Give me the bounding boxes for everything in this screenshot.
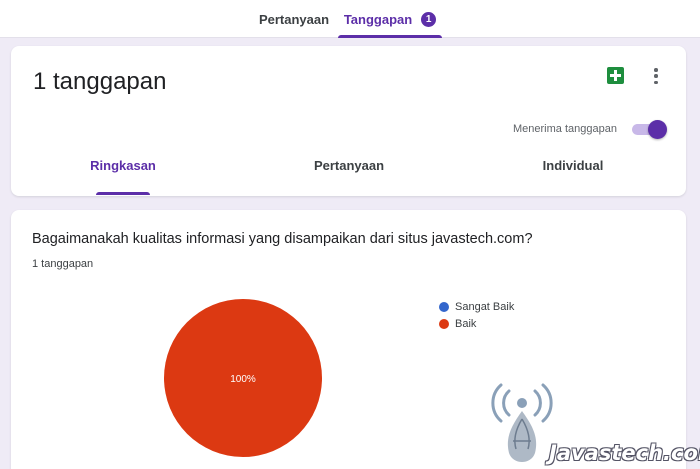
active-tab-indicator [338, 35, 442, 38]
more-vert-icon[interactable] [647, 65, 665, 87]
legend-swatch [439, 301, 449, 312]
tab-questions[interactable]: Pertanyaan [250, 0, 338, 38]
responses-summary-card: 1 tanggapan Menerima tanggapan Ringkasan… [11, 46, 686, 196]
active-subtab-indicator [96, 192, 150, 195]
chart-legend: Sangat Baik Baik [439, 298, 514, 332]
tab-responses[interactable]: Tanggapan 1 [338, 0, 442, 38]
accepting-responses-toggle[interactable] [632, 120, 667, 139]
wifi-logo-icon [491, 383, 553, 462]
tab-responses-label: Tanggapan [343, 11, 413, 27]
top-tab-bar: Pertanyaan Tanggapan 1 [0, 0, 700, 38]
watermark: Javastech.com [487, 375, 700, 469]
tab-individual[interactable]: Individual [531, 158, 615, 196]
question-summary-card: Bagaimanakah kualitas informasi yang dis… [11, 210, 700, 469]
legend-label: Sangat Baik [455, 300, 515, 313]
tab-questions-label: Pertanyaan [258, 11, 330, 27]
tab-summary-label: Ringkasan [90, 158, 156, 173]
legend-item: Baik [439, 315, 514, 332]
watermark-text: Javastech.com [549, 441, 700, 465]
sheets-icon[interactable] [607, 67, 624, 84]
responses-count-badge: 1 [421, 11, 437, 27]
tab-individual-label: Individual [542, 158, 604, 173]
tab-question[interactable]: Pertanyaan [301, 158, 397, 196]
legend-label: Baik [455, 317, 477, 330]
tab-summary[interactable]: Ringkasan [86, 158, 160, 196]
accepting-responses-label: Menerima tanggapan [513, 123, 617, 135]
legend-item: Sangat Baik [439, 298, 514, 315]
legend-swatch [439, 318, 449, 329]
tab-question-label: Pertanyaan [313, 158, 385, 173]
pie-slice-label: 100% [230, 374, 256, 385]
response-count-title: 1 tanggapan [33, 68, 167, 95]
